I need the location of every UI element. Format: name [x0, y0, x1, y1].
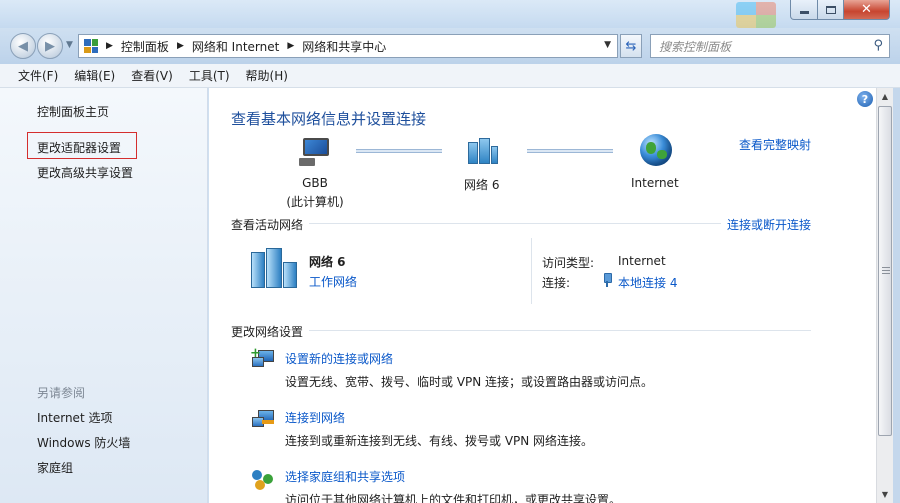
menu-file[interactable]: 文件(F) [10, 67, 66, 84]
homegroup-icon[interactable] [250, 468, 276, 492]
connect-or-disconnect-link[interactable]: 连接或断开连接 [727, 216, 811, 233]
sidebar-link-homegroup[interactable]: 家庭组 [37, 459, 73, 476]
setup-new-connection-desc: 设置无线、宽带、拨号、临时或 VPN 连接；或设置路由器或访问点。 [285, 375, 654, 389]
network-type-link[interactable]: 工作网络 [309, 273, 357, 290]
internet-label: Internet [631, 176, 679, 190]
menu-help[interactable]: 帮助(H) [238, 67, 296, 84]
scroll-down-arrow-icon[interactable]: ▼ [877, 486, 893, 502]
computer-subtitle: (此计算机) [286, 195, 344, 209]
breadcrumb-separator-icon[interactable]: ▶ [287, 41, 294, 51]
view-full-map-link[interactable]: 查看完整映射 [739, 136, 811, 153]
local-connection-link[interactable]: 本地连接 4 [618, 274, 677, 291]
vertical-divider [531, 238, 532, 304]
homegroup-sharing-link[interactable]: 选择家庭组和共享选项 [285, 468, 405, 485]
recent-pages-dropdown-icon[interactable]: ▼ [66, 40, 73, 50]
help-button[interactable]: ? [857, 91, 873, 107]
new-connection-icon[interactable]: + [250, 346, 276, 372]
search-input[interactable]: 搜索控制面板 ⚲ [650, 34, 890, 58]
section-divider [309, 330, 811, 331]
search-icon[interactable]: ⚲ [873, 38, 883, 53]
maximize-button[interactable] [817, 0, 844, 20]
network-icon[interactable] [466, 136, 498, 166]
address-bar[interactable]: ▶ 控制面板 ▶ 网络和 Internet ▶ 网络和共享中心 ▼ [78, 34, 618, 58]
section-divider [309, 223, 721, 224]
scroll-thumb[interactable] [878, 106, 892, 436]
sidebar-link-windows-firewall[interactable]: Windows 防火墙 [37, 434, 130, 451]
connections-label: 连接: [542, 276, 571, 290]
connect-to-network-icon[interactable] [250, 408, 276, 432]
active-network-name: 网络 6 [309, 255, 346, 269]
access-type-value: Internet [618, 254, 666, 268]
forward-button[interactable]: ▶ [37, 33, 63, 59]
see-also-heading: 另请参阅 [37, 386, 86, 400]
refresh-button[interactable]: ⇆ [620, 34, 642, 58]
connect-to-network-link[interactable]: 连接到网络 [285, 409, 345, 426]
breadcrumb-separator-icon[interactable]: ▶ [177, 41, 184, 51]
sidebar: 控制面板主页 更改适配器设置 更改高级共享设置 另请参阅 Internet 选项… [0, 88, 208, 503]
minimize-icon [799, 11, 809, 14]
setup-new-connection-link[interactable]: 设置新的连接或网络 [285, 350, 393, 367]
title-bar: ✕ [0, 0, 900, 28]
sidebar-link-change-adapter-settings[interactable]: 更改适配器设置 [37, 139, 121, 156]
scroll-up-arrow-icon[interactable]: ▲ [877, 88, 893, 104]
connection-line [356, 149, 442, 153]
connect-to-network-desc: 连接到或重新连接到无线、有线、拨号或 VPN 网络连接。 [285, 434, 594, 448]
internet-globe-icon[interactable] [640, 134, 672, 166]
sidebar-link-control-panel-home[interactable]: 控制面板主页 [37, 103, 109, 120]
network-location-icon[interactable] [249, 246, 299, 290]
menu-bar: 文件(F) 编辑(E) 查看(V) 工具(T) 帮助(H) [0, 64, 900, 88]
computer-name: GBB [302, 176, 328, 190]
access-type-label: 访问类型: [542, 256, 595, 270]
breadcrumb-separator-icon[interactable]: ▶ [106, 41, 113, 51]
breadcrumb-network-internet[interactable]: 网络和 Internet [192, 38, 279, 55]
maximize-icon [825, 5, 836, 14]
refresh-icon: ⇆ [625, 38, 637, 54]
close-button[interactable]: ✕ [843, 0, 890, 20]
menu-view[interactable]: 查看(V) [123, 67, 181, 84]
search-placeholder: 搜索控制面板 [659, 39, 732, 54]
sidebar-link-advanced-sharing-settings[interactable]: 更改高级共享设置 [37, 164, 133, 181]
ethernet-connection-icon [603, 273, 612, 287]
sidebar-link-internet-options[interactable]: Internet 选项 [37, 409, 112, 426]
menu-tools[interactable]: 工具(T) [181, 67, 238, 84]
homegroup-sharing-desc: 访问位于其他网络计算机上的文件和打印机，或更改共享设置。 [285, 493, 622, 503]
page-title: 查看基本网络信息并设置连接 [231, 110, 427, 128]
back-arrow-icon: ◀ [18, 38, 28, 54]
breadcrumb-network-sharing-center[interactable]: 网络和共享中心 [302, 38, 386, 55]
change-settings-label: 更改网络设置 [231, 325, 304, 339]
active-networks-label: 查看活动网络 [231, 218, 304, 232]
computer-icon[interactable] [297, 136, 333, 166]
close-icon: ✕ [861, 2, 872, 17]
menu-edit[interactable]: 编辑(E) [66, 67, 123, 84]
connection-line [527, 149, 613, 153]
help-icon: ? [861, 92, 869, 106]
control-panel-icon [84, 39, 98, 53]
address-dropdown-icon[interactable]: ▼ [604, 40, 611, 50]
back-button[interactable]: ◀ [10, 33, 36, 59]
navigation-bar: ◀ ▶ ▼ ▶ 控制面板 ▶ 网络和 Internet ▶ 网络和共享中心 ▼ … [0, 28, 900, 64]
windows-logo-icon [736, 2, 776, 28]
network-name-map: 网络 6 [464, 178, 500, 192]
window-frame [893, 88, 900, 503]
forward-arrow-icon: ▶ [45, 38, 55, 54]
minimize-button[interactable] [790, 0, 818, 20]
vertical-scrollbar[interactable]: ▲ ▼ [876, 88, 893, 503]
breadcrumb-control-panel[interactable]: 控制面板 [121, 38, 169, 55]
